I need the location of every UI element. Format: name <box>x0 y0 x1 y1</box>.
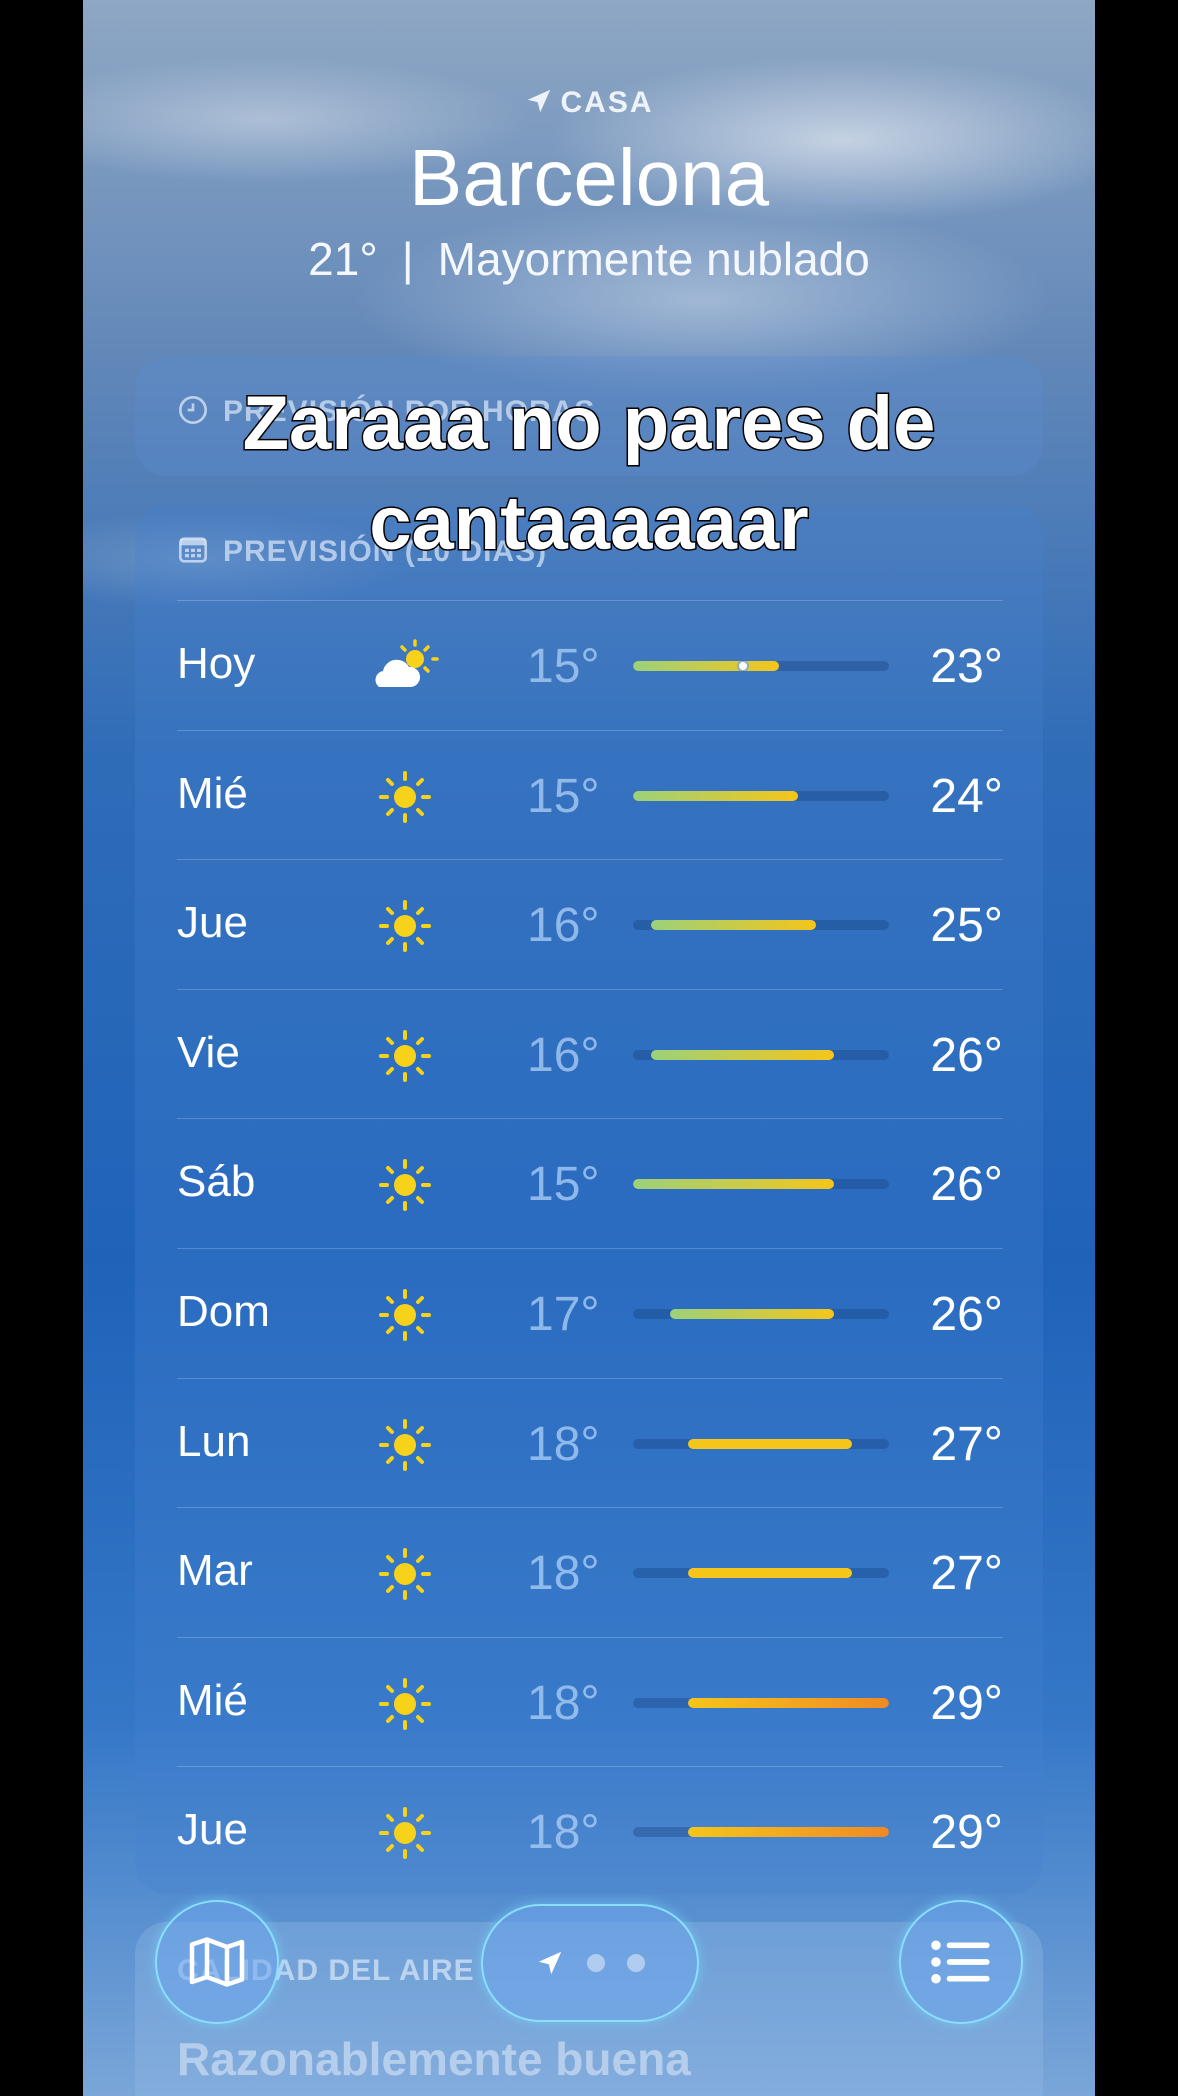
current-temp-marker <box>736 661 749 671</box>
forecast-high: 24° <box>930 769 1003 823</box>
forecast-day: Jue <box>177 1805 248 1855</box>
forecast-day: Vie <box>177 1027 240 1077</box>
forecast-high: 27° <box>930 1547 1003 1601</box>
forecast-row[interactable]: Jue 18° 29° <box>177 1766 1003 1896</box>
forecast-row[interactable]: Mié 15° 24° <box>177 729 1003 860</box>
sun-icon <box>367 1155 443 1213</box>
forecast-low: 18° <box>527 1547 600 1601</box>
sun-icon <box>367 1415 443 1473</box>
sun-icon <box>367 1026 443 1084</box>
forecast-row[interactable]: Jue 16° 25° <box>177 859 1003 989</box>
forecast-low: 18° <box>527 1417 600 1471</box>
forecast-row[interactable]: Mié 18° 29° <box>177 1636 1003 1767</box>
temperature-range-bar <box>633 1438 889 1449</box>
forecast-day: Mié <box>177 1675 248 1725</box>
forecast-day: Lun <box>177 1416 251 1466</box>
sun-icon <box>367 1803 443 1861</box>
sun-icon <box>367 1674 443 1732</box>
sun-icon <box>367 1285 443 1343</box>
temperature-range-fill <box>687 1568 853 1579</box>
forecast-low: 17° <box>527 1287 600 1341</box>
forecast-low: 18° <box>527 1806 600 1860</box>
list-icon <box>931 1940 990 1984</box>
temperature-range-bar <box>633 1568 889 1579</box>
video-caption-line-2: cantaaaaaar <box>368 480 810 568</box>
forecast-row[interactable]: Mar 18° 27° <box>177 1507 1003 1637</box>
temperature-range-bar <box>633 790 889 801</box>
temperature-range-fill <box>687 1438 853 1449</box>
sun-icon <box>367 896 443 954</box>
temperature-range-bar <box>633 1049 889 1060</box>
temperature-range-bar <box>633 920 889 931</box>
map-icon <box>189 1937 245 1987</box>
forecast-day: Mar <box>177 1546 253 1596</box>
forecast-day: Jue <box>177 898 248 948</box>
location-label-text: CASA <box>560 86 654 119</box>
temperature-range-bar <box>633 1308 889 1319</box>
forecast-high: 29° <box>930 1806 1003 1860</box>
forecast-low: 15° <box>527 640 600 693</box>
forecast-row[interactable]: Sáb 15° 26° <box>177 1118 1003 1248</box>
temperature-range-fill <box>669 1308 835 1319</box>
forecast-high: 27° <box>930 1417 1003 1471</box>
forecast-low: 18° <box>527 1676 600 1730</box>
ten-day-forecast-card[interactable]: PREVISIÓN (10 DÍAS) Hoy 15° 23° Mié 15° 24° Ju… <box>135 504 1043 1894</box>
forecast-low: 15° <box>527 769 600 823</box>
current-temp: 21° <box>308 233 378 285</box>
forecast-row[interactable]: Lun 18° 27° <box>177 1377 1003 1508</box>
location-label: CASA <box>83 86 1095 120</box>
forecast-row[interactable]: Hoy 15° 23° <box>177 600 1003 730</box>
forecast-high: 26° <box>930 1028 1003 1082</box>
temperature-range-bar <box>633 1827 889 1838</box>
forecast-row[interactable]: Dom 17° 26° <box>177 1247 1003 1378</box>
forecast-row[interactable]: Vie 16° 26° <box>177 988 1003 1119</box>
forecast-day: Sáb <box>177 1157 256 1207</box>
forecast-low: 16° <box>527 899 600 953</box>
condition-text: Mayormente nublado <box>437 233 870 285</box>
location-arrow-icon <box>528 89 551 113</box>
weather-screen: CASA Barcelona 21° | Mayormente nublado PR… <box>83 0 1095 2096</box>
forecast-day: Dom <box>177 1286 270 1336</box>
city-list-button[interactable] <box>899 1900 1023 2024</box>
forecast-high: 26° <box>930 1287 1003 1341</box>
forecast-high: 23° <box>930 640 1003 693</box>
forecast-high: 25° <box>930 899 1003 953</box>
temperature-range-fill <box>633 1179 835 1190</box>
forecast-low: 15° <box>527 1158 600 1212</box>
page-indicator[interactable] <box>481 1904 699 2022</box>
forecast-high: 29° <box>930 1676 1003 1730</box>
temperature-range-fill <box>687 1827 889 1838</box>
page-dot[interactable] <box>587 1954 605 1972</box>
temperature-range-fill <box>651 920 816 931</box>
daily-forecast-list: Hoy 15° 23° Mié 15° 24° Jue 16° 25° Vie 16° 26° Sáb 1… <box>177 600 1003 1896</box>
sun-icon <box>367 1544 443 1602</box>
temperature-range-bar <box>633 1697 889 1708</box>
temperature-range-bar <box>633 1179 889 1190</box>
forecast-day: Hoy <box>177 639 256 688</box>
air-quality-value: Razonablemente buena <box>177 2033 691 2085</box>
video-caption-line-1: Zaraaa no pares de <box>241 380 937 468</box>
current-conditions: 21° | Mayormente nublado <box>83 232 1095 286</box>
map-button[interactable] <box>155 1900 279 2024</box>
temperature-range-fill <box>651 1049 835 1060</box>
separator: | <box>401 233 414 285</box>
page-dot[interactable] <box>627 1954 645 1972</box>
forecast-high: 26° <box>930 1158 1003 1212</box>
bottom-toolbar <box>83 1900 1095 2030</box>
location-arrow-icon <box>538 1951 562 1975</box>
sun-icon <box>367 767 443 825</box>
temperature-range-fill <box>633 661 780 671</box>
city-name: Barcelona <box>408 133 770 222</box>
temperature-range-fill <box>633 790 798 801</box>
forecast-day: Mié <box>177 768 248 818</box>
forecast-low: 16° <box>527 1028 600 1082</box>
partly-cloudy-sun-icon <box>367 637 443 695</box>
temperature-range-bar <box>633 661 889 671</box>
temperature-range-fill <box>687 1697 889 1708</box>
